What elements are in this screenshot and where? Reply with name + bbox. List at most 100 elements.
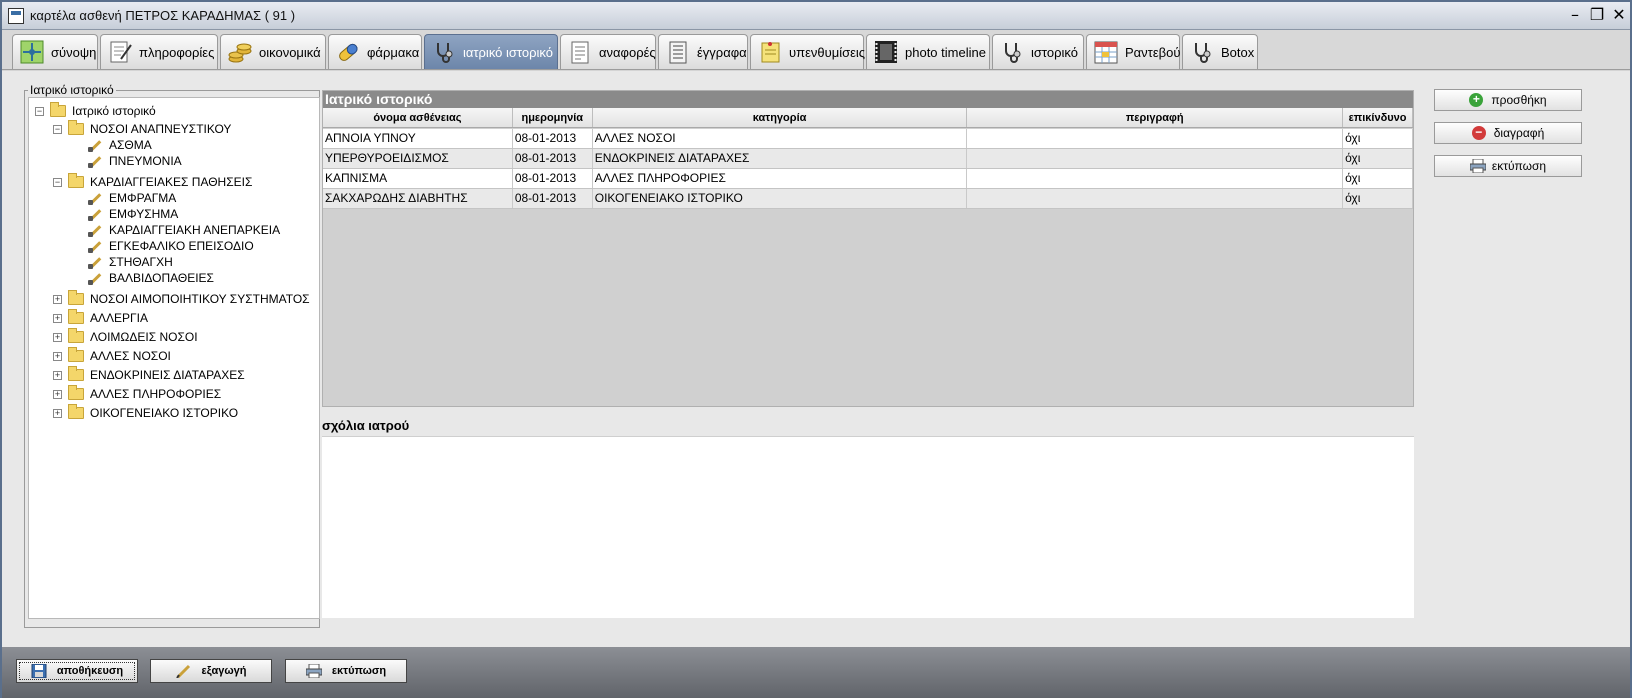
tab-medical-history[interactable]: ιατρικό ιστορικό	[424, 34, 558, 69]
patient-record-window: καρτέλα ασθενή ΠΕΤΡΟΣ ΚΑΡΑΔΗΜΑΣ ( 91 ) –…	[0, 0, 1632, 698]
tree-group[interactable]: + ΟΙΚΟΓΕΝΕΙΑΚΟ ΙΣΤΟΡΙΚΟ	[53, 406, 238, 420]
tree-item[interactable]: ΕΜΦΡΑΓΜΑ	[87, 191, 176, 205]
tree-item[interactable]: ΑΣΘΜΑ	[87, 138, 152, 152]
stethoscope-icon	[999, 39, 1025, 65]
save-button[interactable]: αποθήκευση	[16, 659, 138, 683]
tree-group-label: ΑΛΛΕΡΓΙΑ	[90, 311, 148, 325]
tree-item[interactable]: ΠΝΕΥΜΟΝΙΑ	[87, 154, 182, 168]
print-button[interactable]: εκτύπωση	[1434, 155, 1582, 177]
tree-group[interactable]: + ΑΛΛΕΡΓΙΑ	[53, 311, 148, 325]
expand-icon[interactable]: +	[53, 409, 62, 418]
tree-item-label: ΣΤΗΘΑΓΧΗ	[109, 255, 173, 269]
tree-item[interactable]: ΣΤΗΘΑΓΧΗ	[87, 255, 173, 269]
tree-frame-label: Ιατρικό ιστορικό	[28, 83, 116, 97]
collapse-icon[interactable]: −	[35, 107, 44, 116]
tab-finance[interactable]: οικονομικά	[220, 34, 326, 69]
medical-history-tree[interactable]: − Ιατρικό ιστορικό − ΝΟΣΟΙ ΑΝΑΠΝΕΥΣΤΙΚΟΥ Α…	[28, 97, 320, 619]
tab-documents[interactable]: έγγραφα	[658, 34, 748, 69]
table-row[interactable]: ΑΠΝΟΙΑ ΥΠΝΟΥ 08-01-2013 ΑΛΛΕΣ ΝΟΣΟΙ όχι	[323, 129, 1413, 149]
folder-icon	[68, 293, 84, 305]
table-header: όνομα ασθένειας ημερομηνία κατηγορία περιγρ…	[323, 108, 1413, 128]
stethoscope-icon	[1189, 39, 1215, 65]
column-header[interactable]: επικίνδυνο	[1343, 108, 1413, 127]
tree-item[interactable]: ΕΜΦΥΣΗΜΑ	[87, 207, 178, 221]
table-row[interactable]: ΣΑΚΧΑΡΩΔΗΣ ΔΙΑΒΗΤΗΣ 08-01-2013 ΟΙΚΟΓΕΝΕΙΑΚ…	[323, 189, 1413, 209]
tab-label: έγγραφα	[697, 45, 747, 60]
coins-icon	[227, 39, 253, 65]
add-button-label: προσθήκη	[1491, 93, 1546, 107]
tab-reminders[interactable]: υπενθυμίσεις	[750, 34, 864, 69]
calendar-icon	[1093, 39, 1119, 65]
tree-group[interactable]: − ΝΟΣΟΙ ΑΝΑΠΝΕΥΣΤΙΚΟΥ	[53, 122, 231, 136]
delete-button-label: διαγραφή	[1494, 126, 1545, 140]
table-cell: ΟΙΚΟΓΕΝΕΙΑΚΟ ΙΣΤΟΡΙΚΟ	[593, 189, 968, 208]
expand-icon[interactable]: +	[53, 295, 62, 304]
tree-root-label: Ιατρικό ιστορικό	[72, 104, 156, 118]
export-button[interactable]: εξαγωγή	[150, 659, 272, 683]
syringe-icon	[87, 207, 103, 221]
tree-group[interactable]: − ΚΑΡΔΙΑΓΓΕΙΑΚΕΣ ΠΑΘΗΣΕΙΣ	[53, 175, 252, 189]
syringe-icon	[87, 154, 103, 168]
tab-medications[interactable]: φάρμακα	[328, 34, 422, 69]
bottom-print-button-label: εκτύπωση	[332, 665, 386, 677]
tree-group[interactable]: + ΝΟΣΟΙ ΑΙΜΟΠΟΙΗΤΙΚΟΥ ΣΥΣΤΗΜΑΤΟΣ	[53, 292, 310, 306]
table-cell	[967, 129, 1343, 148]
expand-icon[interactable]: +	[53, 333, 62, 342]
column-header[interactable]: ημερομηνία	[513, 108, 593, 127]
bottom-print-button[interactable]: εκτύπωση	[285, 659, 407, 683]
folder-icon	[68, 331, 84, 343]
table-row[interactable]: ΚΑΠΝΙΣΜΑ 08-01-2013 ΑΛΛΕΣ ΠΛΗΡΟΦΟΡΙΕΣ όχι	[323, 169, 1413, 189]
tab-photo-timeline[interactable]: photo timeline	[866, 34, 990, 69]
tab-label: ιστορικό	[1031, 45, 1078, 60]
tab-strip: σύνοψη πληροφορίες οικονομικά φάρμακα ια…	[2, 30, 1630, 70]
tab-reports[interactable]: αναφορές	[560, 34, 656, 69]
title-bar[interactable]: καρτέλα ασθενή ΠΕΤΡΟΣ ΚΑΡΑΔΗΜΑΣ ( 91 ) –…	[2, 2, 1630, 30]
table-title: Ιατρικό ιστορικό	[323, 91, 1413, 108]
add-plus-icon: +	[1469, 93, 1483, 107]
tab-history[interactable]: ιστορικό	[992, 34, 1084, 69]
collapse-icon[interactable]: −	[53, 125, 62, 134]
tree-item-label: ΕΓΚΕΦΑΛΙΚΟ ΕΠΕΙΣΟΔΙΟ	[109, 239, 254, 253]
tree-item-label: ΒΑΛΒΙΔΟΠΑΘΕΙΕΣ	[109, 271, 214, 285]
medical-history-table: Ιατρικό ιστορικό όνομα ασθένειας ημερομην…	[322, 90, 1414, 407]
tab-label: οικονομικά	[259, 45, 321, 60]
maximize-button[interactable]: ❐	[1586, 6, 1608, 26]
close-button[interactable]: ✕	[1608, 6, 1630, 26]
column-header[interactable]: κατηγορία	[593, 108, 968, 127]
tab-appointments[interactable]: Ραντεβού	[1086, 34, 1180, 69]
tab-botox[interactable]: Botox	[1182, 34, 1258, 69]
tree-group-label: ΟΙΚΟΓΕΝΕΙΑΚΟ ΙΣΤΟΡΙΚΟ	[90, 406, 238, 420]
column-header[interactable]: περιγραφή	[967, 108, 1343, 127]
tab-label: φάρμακα	[367, 45, 419, 60]
tree-item[interactable]: ΒΑΛΒΙΔΟΠΑΘΕΙΕΣ	[87, 271, 214, 285]
folder-icon	[68, 407, 84, 419]
window-title: καρτέλα ασθενή ΠΕΤΡΟΣ ΚΑΡΑΔΗΜΑΣ ( 91 )	[30, 8, 295, 23]
export-pen-icon	[176, 664, 192, 678]
table-row[interactable]: ΥΠΕΡΘΥΡΟΕΙΔΙΣΜΟΣ 08-01-2013 ΕΝΔΟΚΡΙΝΕΙΣ ΔΙ…	[323, 149, 1413, 169]
expand-icon[interactable]: +	[53, 314, 62, 323]
tree-group[interactable]: + ΛΟΙΜΩΔΕΙΣ ΝΟΣΟΙ	[53, 330, 198, 344]
tree-group[interactable]: + ΑΛΛΕΣ ΠΛΗΡΟΦΟΡΙΕΣ	[53, 387, 221, 401]
tree-item[interactable]: ΚΑΡΔΙΑΓΓΕΙΑΚΗ ΑΝΕΠΑΡΚΕΙΑ	[87, 223, 280, 237]
collapse-icon[interactable]: −	[53, 178, 62, 187]
add-button[interactable]: + προσθήκη	[1434, 89, 1582, 111]
column-header[interactable]: όνομα ασθένειας	[323, 108, 513, 127]
tree-group[interactable]: + ΕΝΔΟΚΡΙΝΕΙΣ ΔΙΑΤΑΡΑΧΕΣ	[53, 368, 245, 382]
doctor-notes-field[interactable]	[322, 436, 1414, 618]
tree-item-label: ΕΜΦΥΣΗΜΑ	[109, 207, 178, 221]
document-icon	[665, 39, 691, 65]
tree-group[interactable]: + ΑΛΛΕΣ ΝΟΣΟΙ	[53, 349, 171, 363]
minimize-button[interactable]: –	[1564, 6, 1586, 26]
expand-icon[interactable]: +	[53, 390, 62, 399]
tab-overview[interactable]: σύνοψη	[12, 34, 98, 69]
delete-button[interactable]: − διαγραφή	[1434, 122, 1582, 144]
expand-icon[interactable]: +	[53, 352, 62, 361]
tab-info[interactable]: πληροφορίες	[100, 34, 218, 69]
syringe-icon	[87, 191, 103, 205]
table-cell: ΣΑΚΧΑΡΩΔΗΣ ΔΙΑΒΗΤΗΣ	[323, 189, 513, 208]
tree-item[interactable]: ΕΓΚΕΦΑΛΙΚΟ ΕΠΕΙΣΟΔΙΟ	[87, 239, 254, 253]
tree-group-label: ΝΟΣΟΙ ΑΙΜΟΠΟΙΗΤΙΚΟΥ ΣΥΣΤΗΜΑΤΟΣ	[90, 292, 310, 306]
expand-icon[interactable]: +	[53, 371, 62, 380]
save-disk-icon	[31, 664, 47, 678]
tree-root[interactable]: − Ιατρικό ιστορικό	[35, 104, 156, 118]
